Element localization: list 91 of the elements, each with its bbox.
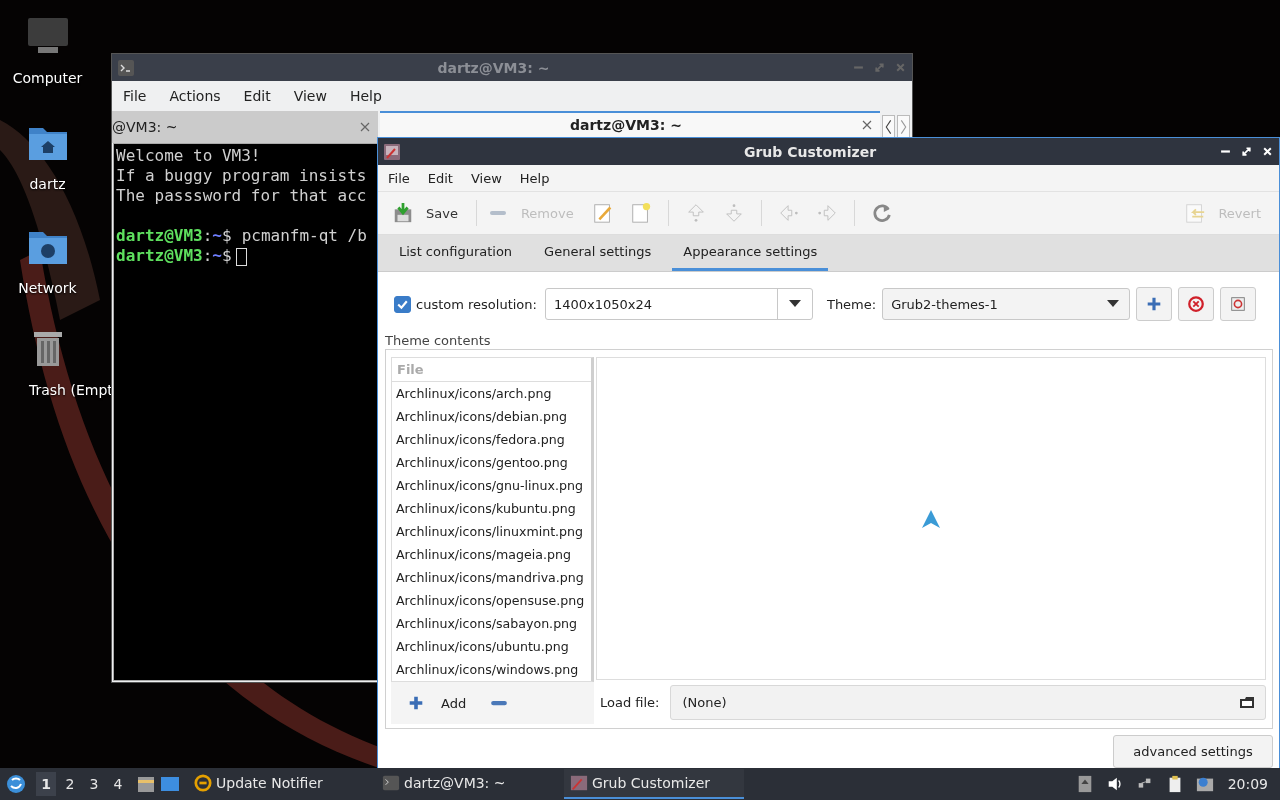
menu-item[interactable]: Actions (162, 88, 228, 104)
prompt-sign: $ (222, 226, 232, 245)
column-header: File (392, 358, 591, 382)
target-icon (1229, 295, 1248, 313)
terminal-line: Welcome to VM3! (116, 146, 261, 165)
file-list-item[interactable]: Archlinux/icons/windows.png (392, 658, 591, 681)
menu-item[interactable]: File (116, 88, 154, 104)
checkbox[interactable] (394, 295, 411, 313)
save-icon (392, 202, 414, 224)
menu-item[interactable]: Help (342, 88, 389, 104)
checkbox-label[interactable]: custom resolution: (416, 296, 537, 312)
load-file-button[interactable]: (None) (669, 684, 1266, 720)
theme-combobox[interactable]: Grub2-themes-1 (882, 288, 1131, 320)
app-icon (384, 143, 400, 160)
app-icon (570, 774, 588, 792)
taskbar-task[interactable]: dartz@VM3: ~ (376, 769, 556, 799)
file-list-item[interactable]: Archlinux/icons/arch.png (392, 382, 591, 405)
file-manager-icon[interactable] (136, 774, 156, 794)
resolution-combobox[interactable]: 1400x1050x24 (544, 288, 813, 320)
group-label: Theme contents (385, 333, 492, 349)
menu-item[interactable]: View (286, 88, 334, 104)
menu-item[interactable]: File (380, 170, 418, 186)
desktop-icon-label[interactable]: dartz (29, 176, 66, 192)
settings-tab[interactable]: General settings (533, 235, 663, 271)
theme-label: Theme: (826, 296, 877, 312)
remove-icon[interactable] (490, 699, 509, 707)
theme-file-button[interactable] (1220, 287, 1257, 321)
show-desktop-icon[interactable] (160, 774, 180, 794)
revert-icon (1184, 202, 1207, 224)
window-title: dartz@VM3: ~ (436, 59, 551, 76)
desktop-icon-label[interactable]: Computer (12, 70, 83, 86)
prompt-separator: : (202, 226, 213, 245)
remove-theme-button[interactable] (1178, 287, 1215, 321)
update-icon (194, 774, 212, 792)
menu-item[interactable]: Help (511, 170, 558, 186)
toolbar-button[interactable]: Save (390, 198, 468, 228)
prompt-path: ~ (212, 246, 222, 265)
minus-icon (489, 211, 506, 215)
menu-item[interactable]: Edit (419, 170, 461, 186)
menu-item[interactable]: View (462, 170, 510, 186)
file-list-item[interactable]: Archlinux/icons/mageia.png (392, 543, 591, 566)
plus-icon (407, 694, 425, 712)
close-tab-icon[interactable] (862, 120, 872, 130)
add-theme-button[interactable] (1136, 287, 1173, 321)
terminal-icon (118, 59, 134, 76)
remove-circle-icon (1187, 295, 1206, 313)
monitor-icon[interactable] (25, 16, 70, 56)
menu-item[interactable]: Edit (236, 88, 278, 104)
caret-icon (788, 300, 801, 308)
workspace-button[interactable]: 3 (84, 772, 104, 796)
prompt-user: dartz@VM3 (116, 246, 203, 265)
arch-logo-icon (921, 508, 941, 529)
file-list-item[interactable]: Archlinux/icons/debian.png (392, 405, 591, 428)
file-list-item[interactable]: Archlinux/icons/sabayon.png (392, 612, 591, 635)
load-file-label: Load file: (600, 694, 660, 710)
advanced-settings-button[interactable]: advanced settings (1113, 735, 1273, 768)
open-file-icon (1239, 695, 1255, 709)
window-title: Grub Customizer (742, 143, 878, 160)
file-list-item[interactable]: Archlinux/icons/ubuntu.png (392, 635, 591, 658)
taskbar-task[interactable]: Update Notifier (188, 769, 368, 799)
file-list-item[interactable]: Archlinux/icons/mandriva.png (392, 566, 591, 589)
close-tab-icon[interactable] (360, 122, 370, 132)
terminal-tab[interactable]: @VM3: ~ (112, 111, 378, 143)
file-list-item[interactable]: Archlinux/icons/fedora.png (392, 428, 591, 451)
prompt-user: dartz@VM3 (116, 226, 203, 245)
file-list-item[interactable]: Archlinux/icons/opensuse.png (392, 589, 591, 612)
caret-icon (1107, 300, 1120, 308)
taskbar-task[interactable]: Grub Customizer (564, 769, 744, 799)
prompt-path: ~ (212, 226, 222, 245)
file-list-item[interactable]: Archlinux/icons/gnu-linux.png (392, 474, 591, 497)
desktop-icon-label[interactable]: Trash (Empt (29, 382, 113, 398)
workspace-button[interactable]: 4 (108, 772, 128, 796)
file-list-item[interactable]: Archlinux/icons/linuxmint.png (392, 520, 591, 543)
scroll-right-icon[interactable] (897, 115, 910, 139)
workspace-button[interactable]: 1 (36, 772, 56, 796)
desktop-icon-label[interactable]: Network (18, 280, 77, 296)
scroll-left-icon[interactable] (882, 115, 895, 139)
prompt-sign: $ (222, 246, 232, 265)
workspace-button[interactable]: 2 (60, 772, 80, 796)
terminal-tab[interactable]: dartz@VM3: ~ (380, 111, 880, 137)
terminal-command: pcmanfm-qt /b (241, 226, 367, 245)
file-list-item[interactable]: Archlinux/icons/kubuntu.png (392, 497, 591, 520)
terminal-line: If a buggy program insists (116, 166, 367, 185)
notification-icon[interactable] (1195, 775, 1214, 793)
settings-tab[interactable]: List configuration (388, 235, 524, 271)
prompt-separator: : (202, 246, 213, 265)
start-menu-icon[interactable] (6, 774, 26, 794)
clock: 20:09 (1227, 776, 1268, 792)
terminal-line: The passsword for that acc (116, 186, 367, 205)
terminal-icon (382, 774, 400, 792)
file-list-item[interactable]: Archlinux/icons/gentoo.png (392, 451, 591, 474)
